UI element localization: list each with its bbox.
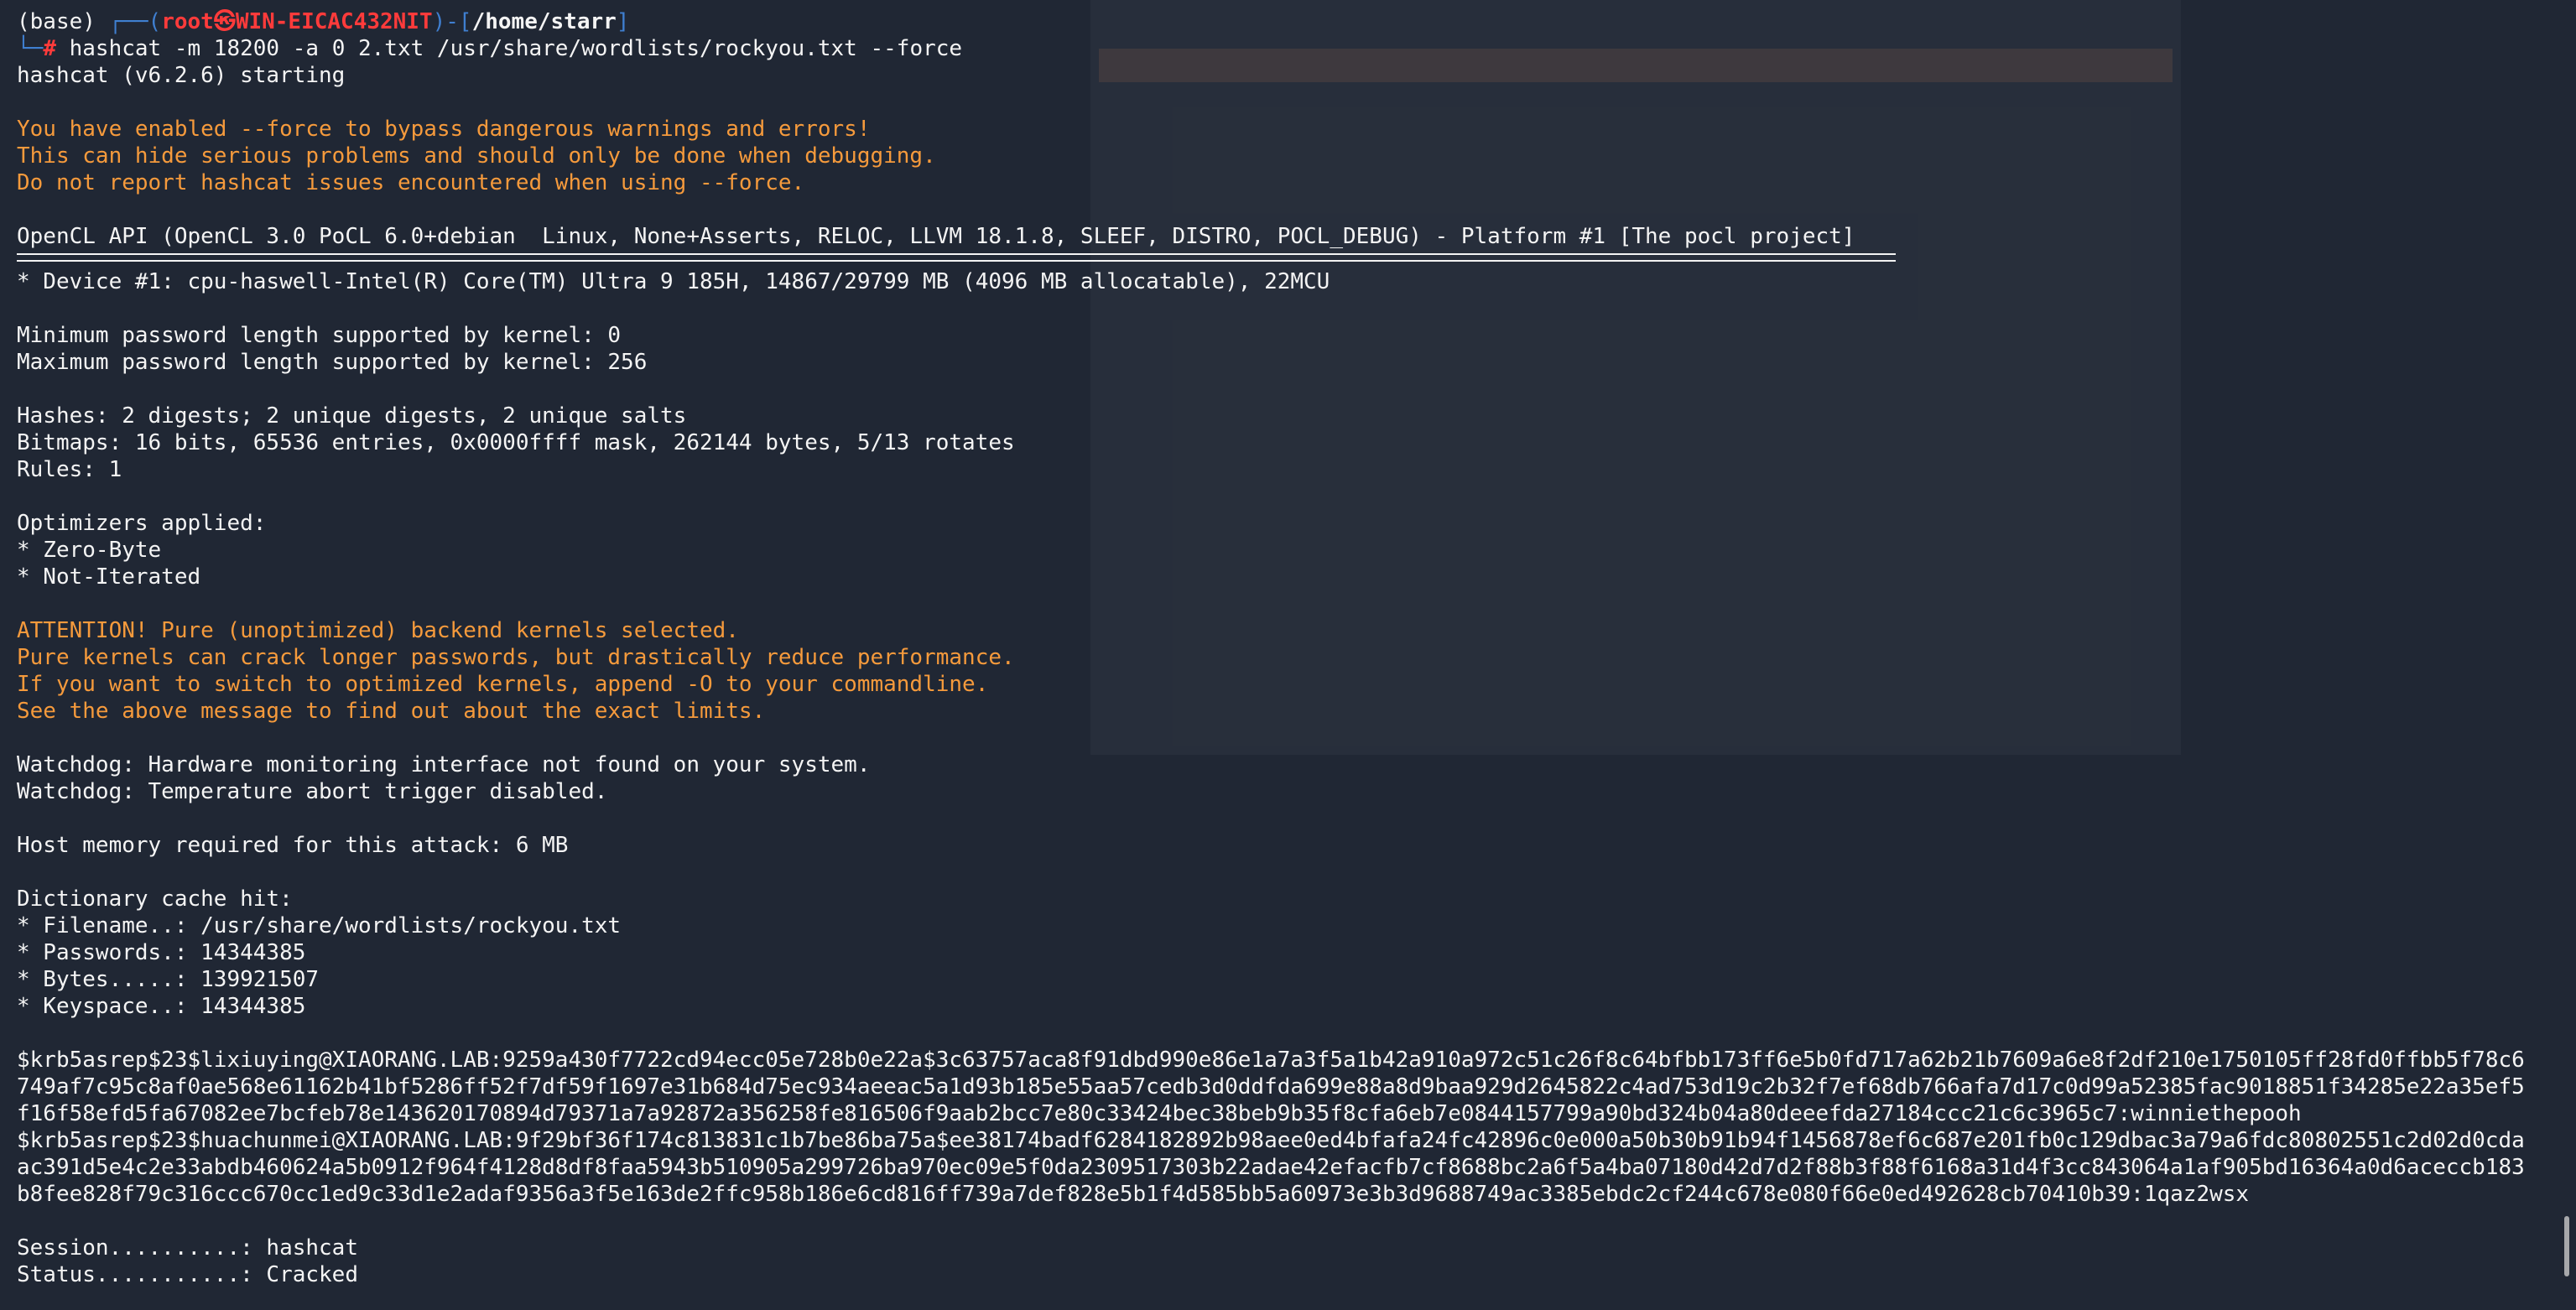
watchdog-2: Watchdog: Temperature abort trigger disa… bbox=[17, 779, 608, 804]
watchdog-1: Watchdog: Hardware monitoring interface … bbox=[17, 752, 871, 777]
dict-keyspace: * Keyspace..: 14344385 bbox=[17, 994, 306, 1019]
prompt-line-command: └─# hashcat -m 18200 -a 0 2.txt /usr/sha… bbox=[17, 35, 2533, 62]
optimizer-item: * Zero-Byte bbox=[17, 538, 162, 563]
prompt-line-top: (base) ┌──(root㉿WIN-EICAC432NIT)-[/home/… bbox=[17, 8, 2533, 35]
prompt-box-left: ┌──( bbox=[108, 9, 162, 34]
dict-passwords: * Passwords.: 14344385 bbox=[17, 940, 306, 965]
starting-line: hashcat (v6.2.6) starting bbox=[17, 63, 346, 88]
dict-filename: * Filename..: /usr/share/wordlists/rocky… bbox=[17, 913, 622, 938]
divider bbox=[17, 253, 1896, 262]
command-text: hashcat -m 18200 -a 0 2.txt /usr/share/w… bbox=[69, 36, 963, 61]
hashes-line: Hashes: 2 digests; 2 unique digests, 2 u… bbox=[17, 403, 687, 429]
cracked-hash-2: $krb5asrep$23$huachunmei@XIAORANG.LAB:9f… bbox=[17, 1128, 2525, 1207]
prompt-user-host: root㉿WIN-EICAC432NIT bbox=[161, 9, 433, 34]
conda-env: (base) bbox=[17, 9, 109, 34]
optimizer-item: * Not-Iterated bbox=[17, 564, 201, 590]
dict-cache-title: Dictionary cache hit: bbox=[17, 886, 293, 912]
bitmaps-line: Bitmaps: 16 bits, 65536 entries, 0x0000f… bbox=[17, 430, 1015, 455]
cracked-hash-1: $krb5asrep$23$lixiuying@XIAORANG.LAB:925… bbox=[17, 1047, 2525, 1126]
attention-1: ATTENTION! Pure (unoptimized) backend ke… bbox=[17, 618, 739, 643]
terminal-scrollbar[interactable] bbox=[2564, 1216, 2569, 1276]
prompt-box-bottom: └─ bbox=[17, 36, 44, 61]
device-line: * Device #1: cpu-haswell-Intel(R) Core(T… bbox=[17, 269, 1330, 294]
pw-max-line: Maximum password length supported by ker… bbox=[17, 350, 648, 375]
status-line: Status...........: Cracked bbox=[17, 1262, 358, 1287]
prompt-box-right: ] bbox=[616, 9, 630, 34]
prompt-path: /home/starr bbox=[471, 9, 617, 34]
attention-4: See the above message to find out about … bbox=[17, 699, 766, 724]
attention-3: If you want to switch to optimized kerne… bbox=[17, 672, 989, 697]
force-warning-3: Do not report hashcat issues encountered… bbox=[17, 170, 805, 195]
pw-min-line: Minimum password length supported by ker… bbox=[17, 323, 622, 348]
session-line: Session..........: hashcat bbox=[17, 1235, 358, 1261]
opencl-line: OpenCL API (OpenCL 3.0 PoCL 6.0+debian L… bbox=[17, 224, 1855, 249]
terminal-output[interactable]: (base) ┌──(root㉿WIN-EICAC432NIT)-[/home/… bbox=[17, 8, 2533, 1304]
dict-bytes: * Bytes.....: 139921507 bbox=[17, 967, 320, 992]
force-warning-2: This can hide serious problems and shoul… bbox=[17, 143, 936, 169]
prompt-box-mid: )-[ bbox=[432, 9, 472, 34]
prompt-hash-sign: # bbox=[43, 36, 70, 61]
optimizers-title: Optimizers applied: bbox=[17, 511, 267, 536]
rules-line: Rules: 1 bbox=[17, 457, 122, 482]
force-warning-1: You have enabled --force to bypass dange… bbox=[17, 117, 871, 142]
attention-2: Pure kernels can crack longer passwords,… bbox=[17, 645, 1015, 670]
host-memory-line: Host memory required for this attack: 6 … bbox=[17, 833, 569, 858]
